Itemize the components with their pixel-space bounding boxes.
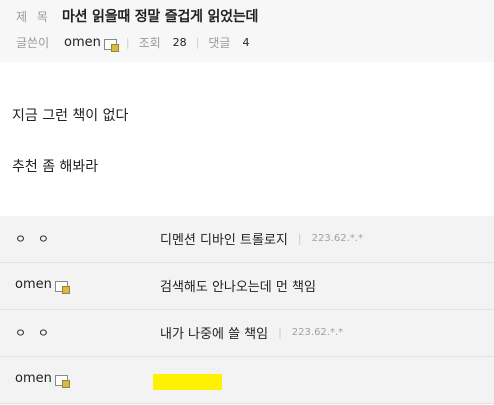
comment-author-name: omen bbox=[15, 371, 52, 386]
comment-author[interactable]: ㅇ ㅇ bbox=[15, 324, 53, 341]
comment-author-name: ㅇ ㅇ bbox=[15, 326, 53, 340]
comment-content: 내가 나중에 쓸 책임 | 223.62.*.* bbox=[160, 323, 343, 342]
divider: | bbox=[278, 326, 282, 339]
member-badge-icon bbox=[103, 38, 119, 52]
comment-item: ㅇ ㅇ 내가 나중에 쓸 책임 | 223.62.*.* bbox=[0, 310, 494, 357]
divider: | bbox=[125, 35, 130, 49]
title-label: 제 목 bbox=[16, 9, 51, 24]
comment-content: 디멘션 디바인 트롤로지 | 223.62.*.* bbox=[160, 229, 363, 248]
post-title: 마션 읽을때 정말 즐겁게 읽었는데 bbox=[62, 9, 259, 25]
comment-author[interactable]: omen bbox=[15, 277, 70, 294]
comment-author[interactable]: ㅇ ㅇ bbox=[15, 230, 53, 247]
comment-text: 내가 나중에 쓸 책임 bbox=[160, 327, 269, 342]
author-label: 글쓴이 bbox=[16, 35, 50, 50]
comments-count: 4 bbox=[242, 35, 250, 49]
comment-ip: 223.62.*.* bbox=[291, 327, 344, 338]
views-count: 28 bbox=[172, 35, 187, 49]
post-body-line: 추천 좀 해봐라 bbox=[12, 159, 99, 175]
views-label: 조회 bbox=[138, 35, 161, 50]
comment-content: 검색해도 안나오는데 먼 책임 bbox=[160, 276, 316, 295]
comment-ip: 223.62.*.* bbox=[311, 233, 363, 244]
member-badge-icon bbox=[54, 375, 70, 388]
post-author[interactable]: omen bbox=[64, 35, 101, 50]
comment-list: ㅇ ㅇ 디멘션 디바인 트롤로지 | 223.62.*.* omen 검색해도 … bbox=[0, 216, 494, 404]
comment-author-name: ㅇ ㅇ bbox=[15, 232, 53, 246]
divider: | bbox=[195, 35, 200, 49]
post-body-line: 지금 그런 책이 없다 bbox=[12, 108, 129, 124]
comments-label: 댓글 bbox=[208, 35, 231, 50]
comment-item: omen 검색해도 안나오는데 먼 책임 bbox=[0, 263, 494, 310]
comment-text: 검색해도 안나오는데 먼 책임 bbox=[160, 280, 316, 295]
comment-item: omen bbox=[0, 357, 494, 404]
yellow-highlight-mark bbox=[153, 374, 222, 390]
comment-item: ㅇ ㅇ 디멘션 디바인 트롤로지 | 223.62.*.* bbox=[0, 216, 494, 263]
comment-author-name: omen bbox=[15, 277, 52, 292]
comment-author[interactable]: omen bbox=[15, 371, 70, 388]
divider: | bbox=[297, 232, 302, 245]
comment-text: 디멘션 디바인 트롤로지 bbox=[160, 233, 288, 248]
meta-row: 글쓴이 omen | 조회 28 | 댓글 4 bbox=[16, 32, 249, 52]
member-badge-icon bbox=[54, 281, 70, 294]
title-row: 제 목 마션 읽을때 정말 즐겁게 읽었는데 bbox=[16, 5, 258, 27]
post-header: 제 목 마션 읽을때 정말 즐겁게 읽었는데 글쓴이 omen | 조회 28 … bbox=[0, 0, 494, 62]
post-body: 지금 그런 책이 없다 추천 좀 해봐라 bbox=[12, 106, 128, 208]
